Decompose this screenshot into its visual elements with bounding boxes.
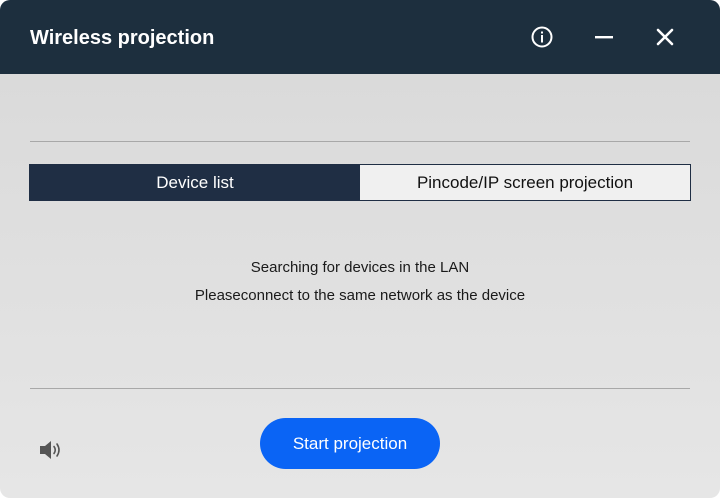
speaker-icon bbox=[40, 441, 60, 459]
wireless-projection-window: Wireless projection Device list Pincode/… bbox=[0, 0, 720, 498]
bottom-divider bbox=[30, 388, 690, 389]
minimize-icon bbox=[595, 36, 613, 39]
connect-hint-text: Pleaseconnect to the same network as the… bbox=[194, 287, 526, 304]
close-button[interactable] bbox=[650, 22, 680, 52]
title-bar[interactable]: Wireless projection bbox=[0, 0, 720, 74]
searching-status-text: Searching for devices in the LAN bbox=[250, 259, 470, 276]
projection-mode-tabs: Device list Pincode/IP screen projection bbox=[29, 164, 691, 201]
start-projection-button[interactable]: Start projection bbox=[260, 418, 440, 469]
info-button[interactable] bbox=[527, 22, 557, 52]
info-circle-icon bbox=[531, 26, 553, 48]
tab-pincode-ip-projection[interactable]: Pincode/IP screen projection bbox=[360, 165, 690, 200]
minimize-button[interactable] bbox=[589, 22, 619, 52]
close-icon bbox=[656, 28, 674, 46]
tab-device-list[interactable]: Device list bbox=[30, 165, 360, 200]
sound-toggle[interactable] bbox=[38, 438, 64, 462]
window-title: Wireless projection bbox=[30, 27, 215, 49]
top-divider bbox=[30, 141, 690, 142]
